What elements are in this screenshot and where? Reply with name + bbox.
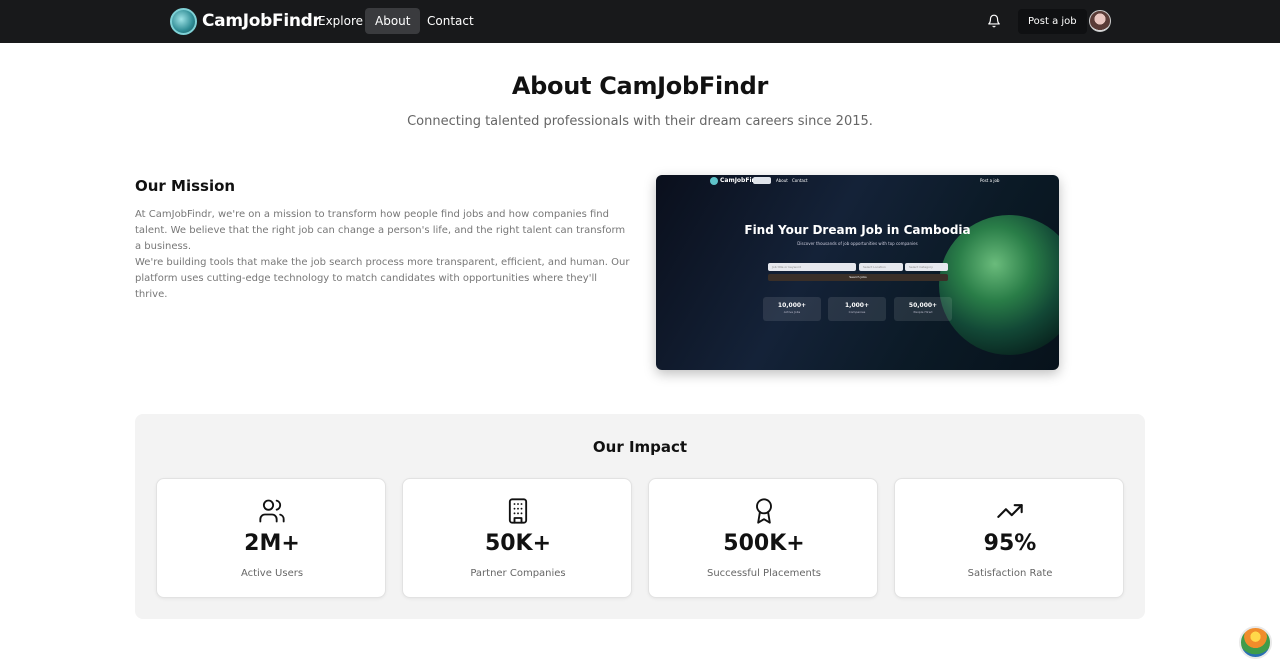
preview-stat-label: People Hired (913, 310, 933, 314)
impact-label: Partner Companies (470, 568, 566, 579)
users-icon (259, 499, 285, 523)
bell-icon[interactable] (987, 14, 1001, 28)
preview-stat: 1,000+ Companies (828, 297, 886, 321)
preview-post-job: Post a job (980, 178, 1000, 183)
preview-navbar: CamJobFindr About Contact Post a job (656, 175, 1059, 189)
trending-up-icon (997, 504, 1023, 518)
preview-logo-icon (710, 177, 718, 185)
mission-paragraph: We're building tools that make the job s… (135, 257, 630, 300)
impact-label: Active Users (240, 568, 304, 579)
preview-location-select: Select Location (859, 263, 903, 271)
page-subtitle: Connecting talented professionals with t… (407, 114, 873, 129)
impact-section: Our Impact 2M+ Active Users 50K+ Partner… (135, 414, 1145, 619)
top-navbar: CamJobFindr Explore About Contact Post a… (0, 0, 1280, 43)
impact-card-satisfaction: 95% Satisfaction Rate (894, 478, 1124, 598)
preview-nav-link: Contact (792, 178, 808, 183)
mission-heading: Our Mission (135, 177, 236, 195)
nav-link-about[interactable]: About (365, 8, 421, 34)
impact-label: Successful Placements (706, 568, 822, 579)
platform-preview-image: CamJobFindr About Contact Post a job Fin… (656, 175, 1059, 370)
impact-value: 95% (983, 531, 1037, 556)
impact-card-users: 2M+ Active Users (156, 478, 386, 598)
preview-category-select: Select Category (905, 263, 948, 271)
impact-card-placements: 500K+ Successful Placements (648, 478, 878, 598)
impact-card-companies: 50K+ Partner Companies (402, 478, 632, 598)
page-title: About CamJobFindr (511, 72, 769, 100)
preview-stat: 50,000+ People Hired (894, 297, 952, 321)
post-job-button[interactable]: Post a job (1018, 9, 1087, 34)
preview-search-button: Search Jobs (768, 274, 948, 281)
impact-value: 50K+ (484, 531, 552, 556)
user-avatar[interactable] (1089, 10, 1111, 32)
preview-nav-link: About (776, 178, 788, 183)
award-icon (756, 498, 772, 524)
preview-hero-title: Find Your Dream Job in Cambodia (744, 223, 971, 237)
brand-name[interactable]: CamJobFindr (202, 11, 321, 31)
impact-heading: Our Impact (592, 438, 688, 456)
impact-value: 500K+ (723, 531, 805, 556)
brand-logo-icon[interactable] (170, 8, 197, 35)
preview-stat-value: 50,000+ (908, 302, 938, 309)
preview-stat-label: Active Jobs (783, 310, 801, 314)
preview-nav-pill (753, 177, 771, 184)
impact-value: 2M+ (244, 531, 300, 556)
nav-link-contact[interactable]: Contact (417, 8, 484, 34)
mission-paragraph: At CamJobFindr, we're on a mission to tr… (135, 209, 626, 252)
preview-stat-label: Companies (848, 310, 866, 314)
impact-label: Satisfaction Rate (967, 568, 1053, 579)
building-icon (508, 498, 528, 524)
nav-link-explore[interactable]: Explore (308, 8, 373, 34)
preview-stat-value: 10,000+ (777, 302, 807, 309)
preview-stat: 10,000+ Active Jobs (763, 297, 821, 321)
floating-assistant-button[interactable] (1239, 626, 1272, 659)
preview-stat-value: 1,000+ (844, 302, 869, 309)
preview-hero-subtitle: Discover thousands of job opportunities … (797, 241, 918, 246)
preview-search-input: Job title or keyword (768, 263, 856, 271)
